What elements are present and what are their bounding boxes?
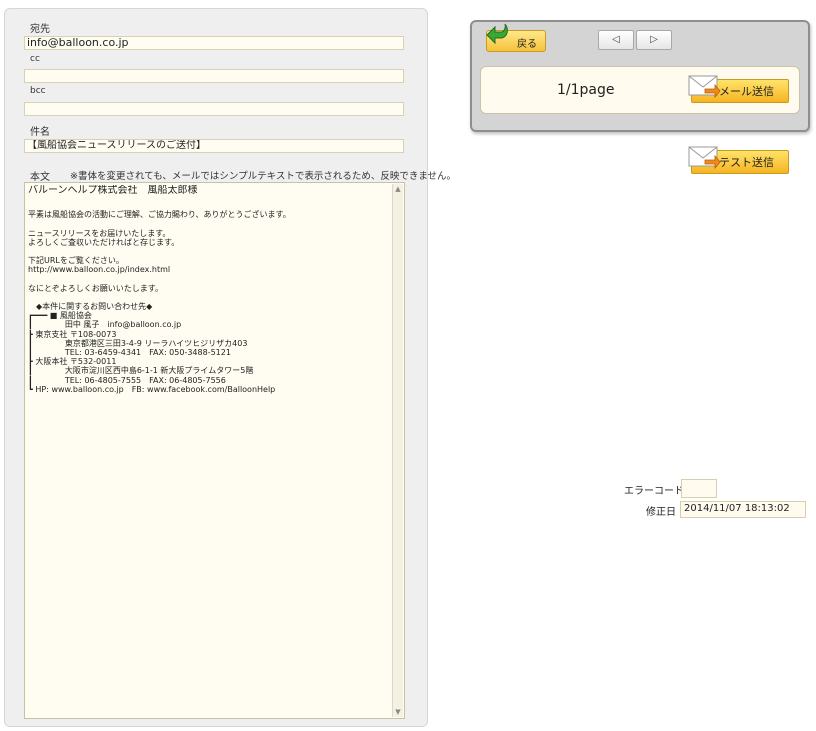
back-button-label: 戻る: [517, 39, 537, 50]
page-area: 1/1page メール送信: [480, 66, 800, 114]
body-line: ┃ TEL: 03-6459-4341 FAX: 050-3488-5121: [28, 348, 231, 357]
scroll-up-icon[interactable]: ▲: [394, 185, 402, 193]
body-line: ┃ 田中 風子 info@balloon.co.jp: [28, 320, 182, 330]
body-font-note: ※書体を変更されても、メールではシンプルテキストで表示されるため、反映できません…: [70, 171, 457, 182]
cc-field[interactable]: [24, 69, 404, 83]
send-mail-label: メール送信: [719, 85, 774, 98]
prev-page-button[interactable]: ◁: [598, 30, 634, 50]
body-line: ┃ 東京都港区三田3-4-9 リーラハイツヒジリザカ403: [28, 338, 248, 348]
prev-arrow-icon: ◁: [612, 34, 620, 45]
body-line: よろしくご査収いただければと存じます。: [28, 237, 180, 247]
next-page-button[interactable]: ▷: [636, 30, 672, 50]
envelope-icon: [688, 75, 721, 99]
test-send-button[interactable]: テスト送信: [687, 144, 789, 174]
body-text: バルーンヘルプ株式会社 風船太郎様平素は風船協会の活動にご理解、ご協力賜わり、あ…: [28, 185, 392, 715]
subject-label: 件名: [30, 127, 50, 138]
body-line: [28, 247, 392, 256]
scroll-down-icon[interactable]: ▼: [394, 708, 402, 716]
body-line: [28, 201, 392, 210]
bcc-label: bcc: [30, 86, 46, 96]
error-code-field[interactable]: [681, 479, 717, 498]
error-code-label: エラーコード: [624, 486, 684, 497]
body-label: 本文: [30, 172, 50, 183]
body-line: ┣ 東京支社 〒108-0073: [28, 329, 117, 339]
envelope-icon: [688, 146, 721, 170]
send-mail-button[interactable]: メール送信: [687, 73, 789, 103]
modified-date-label: 修正日: [646, 507, 676, 518]
back-button[interactable]: 戻る: [486, 23, 546, 52]
bcc-field[interactable]: [24, 102, 404, 116]
body-textarea[interactable]: バルーンヘルプ株式会社 風船太郎様平素は風船協会の活動にご理解、ご協力賜わり、あ…: [24, 182, 405, 719]
body-line: ┣ 大阪本社 〒532-0011: [28, 357, 117, 367]
modified-date-field[interactable]: 2014/11/07 18:13:02: [680, 501, 806, 518]
cc-label: cc: [30, 54, 40, 64]
test-send-label: テスト送信: [719, 156, 774, 169]
body-line: 平素は風船協会の活動にご理解、ご協力賜わり、ありがとうございます。: [28, 210, 291, 220]
to-field[interactable]: info@balloon.co.jp: [24, 36, 404, 50]
body-line: 下記URLをご覧ください。: [28, 256, 124, 266]
body-line: [28, 293, 392, 302]
body-scrollbar[interactable]: ▲ ▼: [392, 184, 403, 717]
body-line: [28, 275, 392, 284]
subject-field[interactable]: 【風船協会ニュースリリースのご送付】: [24, 139, 404, 153]
next-arrow-icon: ▷: [650, 34, 658, 45]
body-line: ◆本件に関するお問い合わせ先◆: [28, 302, 153, 312]
navigation-panel: 戻る ◁ ▷ 1/1page メール送信: [470, 20, 810, 132]
body-line: バルーンヘルプ株式会社 風船太郎様: [28, 185, 198, 196]
back-arrow-icon: [486, 23, 508, 45]
body-line: http://www.balloon.co.jp/index.html: [28, 265, 171, 275]
body-line: なにとぞよろしくお願いいたします。: [28, 283, 163, 293]
body-line: ┗ HP: www.balloon.co.jp FB: www.facebook…: [28, 384, 276, 394]
to-label: 宛先: [30, 24, 50, 35]
body-line: ┃ TEL: 06-4805-7555 FAX: 06-4805-7556: [28, 375, 226, 385]
body-line: ニュースリリースをお届けいたします。: [28, 228, 171, 238]
page-indicator: 1/1page: [557, 82, 615, 98]
body-line: ┃ 大阪市淀川区西中島6-1-1 新大阪プライムタワー5階: [28, 366, 254, 376]
body-line: [28, 219, 392, 228]
